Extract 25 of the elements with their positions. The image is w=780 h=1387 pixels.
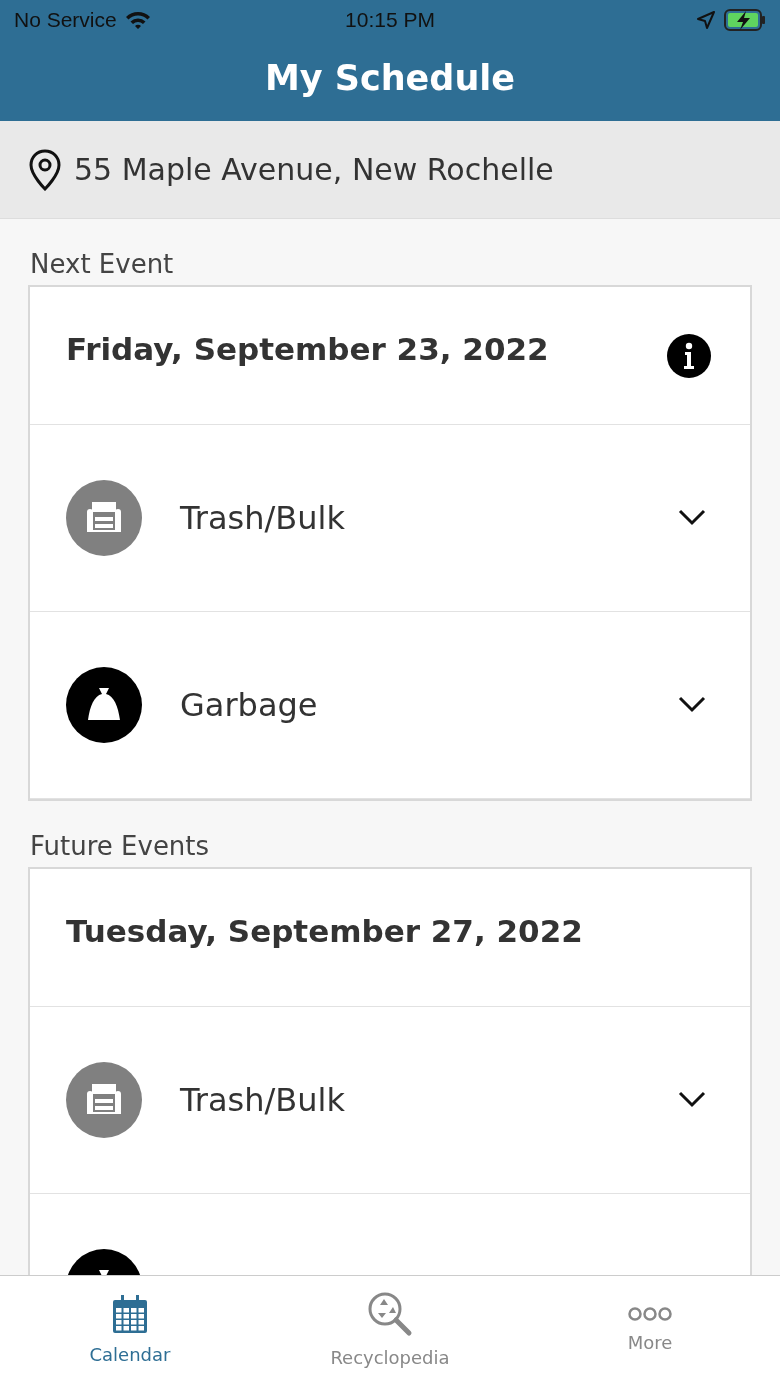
chevron-down-icon[interactable] <box>678 509 706 527</box>
carrier-text: No Service <box>14 8 117 32</box>
address-bar[interactable]: 55 Maple Avenue, New Rochelle <box>0 121 780 219</box>
event-type-label: Trash/Bulk <box>180 1081 346 1119</box>
section-heading: Next Event <box>29 248 175 281</box>
tab-item[interactable]: Recyclopedia <box>260 1276 520 1387</box>
wifi-icon <box>124 10 151 30</box>
info-button[interactable] <box>666 332 712 379</box>
status-time: 10:15 PM <box>345 8 435 32</box>
more-icon <box>628 1306 672 1322</box>
location-arrow-icon <box>696 10 716 30</box>
event-date: Friday, September 23, 2022 <box>66 330 549 367</box>
tab-item[interactable]: Calendar <box>0 1276 260 1387</box>
event-type-label: Garbage <box>180 686 319 724</box>
screen-title: My Schedule <box>264 57 516 98</box>
section-heading: Future Events <box>29 830 211 863</box>
chevron-down-icon[interactable] <box>678 696 706 714</box>
tab-item[interactable]: More <box>520 1276 780 1387</box>
event-date: Tuesday, September 27, 2022 <box>66 912 583 949</box>
recycle-magnifier-icon <box>367 1291 413 1337</box>
battery-charging-icon <box>724 9 766 31</box>
calendar-icon <box>112 1294 148 1334</box>
event-type-label: Trash/Bulk <box>180 499 346 537</box>
chevron-down-icon[interactable] <box>678 1091 706 1109</box>
map-pin-icon <box>28 148 62 191</box>
